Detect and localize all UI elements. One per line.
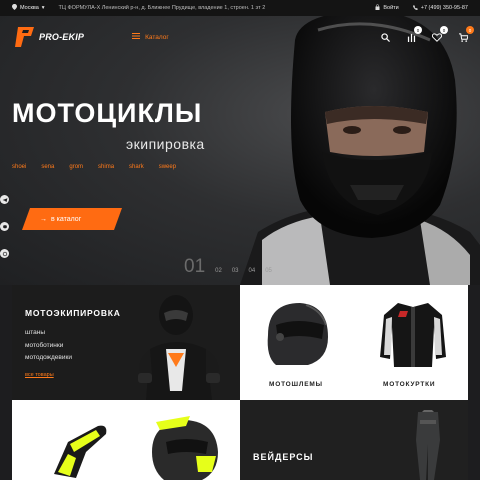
category-tile-waders[interactable]: ВЕЙДЕРСЫ: [240, 400, 468, 480]
favorites-count-badge: 0: [440, 26, 448, 34]
subcategory-link[interactable]: мотодождевики: [25, 352, 72, 365]
search-icon: [380, 32, 390, 42]
store-address: ТЦ ФОРМУЛА-Х Ленинский р-н, д. Ближнее П…: [58, 5, 266, 11]
helmets-label[interactable]: МОТОШЛЕМЫ: [269, 381, 323, 388]
lock-icon: [375, 4, 380, 12]
logo-text: PRO-EKIP: [39, 32, 85, 42]
brand-link[interactable]: shima: [98, 164, 114, 170]
login-label: Войти: [383, 5, 399, 11]
waders-label: ВЕЙДЕРСЫ: [253, 452, 314, 462]
phone-number: +7 (499) 350-95-87: [420, 5, 468, 11]
rider-image: [138, 295, 220, 400]
offroad-helmet-image: [152, 416, 218, 480]
cart-icon: [458, 32, 468, 42]
arrow-right-icon: →: [40, 215, 47, 223]
helmet-image[interactable]: [262, 299, 332, 367]
map-pin-icon: [12, 4, 17, 12]
viber-icon[interactable]: [0, 222, 9, 231]
slide-indicator[interactable]: 02: [215, 268, 222, 274]
favorites-button[interactable]: 0: [432, 26, 448, 42]
cart-button[interactable]: 0: [458, 26, 474, 42]
subcategory-link[interactable]: штаны: [25, 327, 72, 340]
site-logo[interactable]: PRO-EKIP: [12, 25, 84, 49]
city-selector[interactable]: Москва ▾: [12, 4, 45, 12]
main-header: PRO-EKIP Каталог 0 0 0: [0, 16, 480, 58]
menu-icon: [132, 33, 141, 41]
jacket-image[interactable]: [378, 297, 448, 369]
slide-indicator[interactable]: 03: [232, 268, 239, 274]
city-label: Москва: [20, 5, 39, 11]
social-sidebar: [0, 195, 9, 258]
hero-title: МОТОЦИКЛЫ: [12, 98, 203, 128]
telegram-icon[interactable]: [0, 195, 9, 204]
brand-link[interactable]: sena: [41, 164, 54, 170]
slide-indicator[interactable]: 04: [249, 268, 256, 274]
phone-link[interactable]: +7 (499) 350-95-87: [412, 4, 468, 12]
tile-title: МОТОЭКИПИРОВКА: [25, 308, 121, 318]
compare-count-badge: 0: [414, 26, 422, 34]
waders-image: [416, 410, 440, 480]
compare-button[interactable]: 0: [406, 26, 422, 42]
catalog-label: Каталог: [145, 33, 169, 41]
page: Москва ▾ ТЦ ФОРМУЛА-Х Ленинский р-н, д. …: [0, 0, 480, 480]
brand-link[interactable]: shark: [129, 164, 144, 170]
gloves-image: [54, 425, 107, 478]
top-bar: Москва ▾ ТЦ ФОРМУЛА-Х Ленинский р-н, д. …: [0, 0, 480, 16]
hero-subtitle: экипировка: [126, 136, 205, 152]
category-tile-moto-equipment[interactable]: МОТОЭКИПИРОВКА штаны мотоботинки мотодож…: [12, 285, 240, 400]
to-catalog-button[interactable]: → в каталог: [22, 208, 122, 230]
compare-icon: [407, 33, 415, 42]
brand-link[interactable]: sweep: [159, 164, 176, 170]
brand-link[interactable]: grom: [69, 164, 83, 170]
all-products-link[interactable]: все товары: [25, 372, 54, 378]
category-tile-gloves-offroad[interactable]: [12, 400, 240, 480]
slide-pagination: 01 02 03 04 05: [184, 256, 272, 278]
chevron-down-icon: ▾: [41, 5, 45, 11]
slide-indicator-active[interactable]: 01: [184, 256, 205, 278]
brand-links: shoei sena grom shima shark sweep: [12, 164, 176, 170]
subcategory-list: штаны мотоботинки мотодождевики: [25, 327, 72, 365]
catalog-button[interactable]: Каталог: [132, 33, 169, 41]
cart-count-badge: 0: [466, 26, 474, 34]
login-link[interactable]: Войти: [375, 4, 399, 12]
jackets-label[interactable]: МОТОКУРТКИ: [383, 381, 435, 388]
category-tile-helmets-jackets: МОТОШЛЕМЫ МОТОКУРТКИ: [240, 285, 468, 400]
brand-link[interactable]: shoei: [12, 164, 26, 170]
slide-indicator[interactable]: 05: [265, 268, 272, 274]
whatsapp-icon[interactable]: [0, 249, 9, 258]
search-button[interactable]: [380, 32, 390, 42]
phone-icon: [412, 4, 418, 12]
cta-label: в каталог: [51, 215, 82, 223]
logo-mark-icon: [15, 27, 34, 47]
heart-icon: [432, 32, 442, 42]
subcategory-link[interactable]: мотоботинки: [25, 340, 72, 353]
